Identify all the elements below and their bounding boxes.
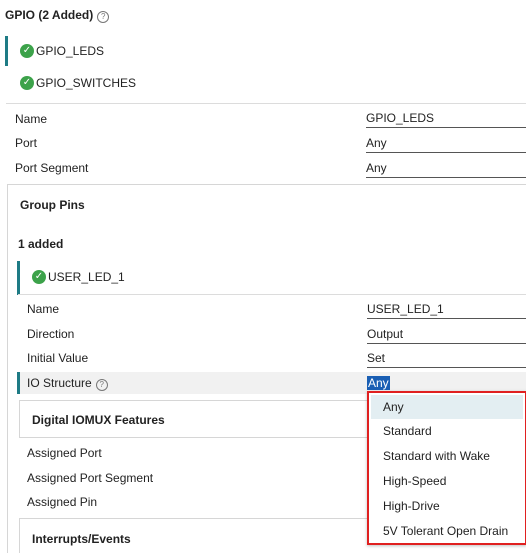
pin-field-label-io-structure: IO Structure? <box>27 376 108 391</box>
divider <box>6 103 526 104</box>
gpio-name-input[interactable]: GPIO_LEDS <box>366 111 526 128</box>
dropdown-option-any[interactable]: Any <box>371 395 523 419</box>
io-structure-selected-value: Any <box>367 376 390 390</box>
dropdown-option-standard-with-wake[interactable]: Standard with Wake <box>371 444 523 468</box>
port-select[interactable]: Any <box>366 136 526 153</box>
io-structure-select[interactable]: Any <box>367 376 390 390</box>
port-segment-select[interactable]: Any <box>366 161 526 178</box>
pin-field-label-initial-value: Initial Value <box>27 351 89 365</box>
dropdown-option-high-speed[interactable]: High-Speed <box>371 469 523 493</box>
pin-name-input[interactable]: USER_LED_1 <box>367 302 526 319</box>
focused-row-marker <box>17 372 20 394</box>
assigned-port-segment-label: Assigned Port Segment <box>27 471 154 485</box>
gpio-item-gpio-switches[interactable]: GPIO_SWITCHES <box>36 76 136 90</box>
io-structure-dropdown: Any Standard Standard with Wake High-Spe… <box>367 391 526 545</box>
panel-title: GPIO (2 Added)? <box>5 8 110 23</box>
assigned-port-label: Assigned Port <box>27 446 102 460</box>
direction-select[interactable]: Output <box>367 327 526 344</box>
divider <box>18 294 526 295</box>
dropdown-option-standard[interactable]: Standard <box>371 419 523 443</box>
check-circle-icon: ✓ <box>20 76 34 90</box>
initial-value-select[interactable]: Set <box>367 351 526 368</box>
field-label-port: Port <box>15 136 38 150</box>
selected-item-marker <box>5 36 8 66</box>
group-pins-count: 1 added <box>18 237 64 251</box>
digital-iomux-title[interactable]: Digital IOMUX Features <box>32 413 165 427</box>
pin-field-label-direction: Direction <box>27 327 75 341</box>
pin-item-user-led-1[interactable]: USER_LED_1 <box>48 270 125 284</box>
field-label-port-segment: Port Segment <box>15 161 89 175</box>
pin-field-label-name: Name <box>27 302 60 316</box>
check-circle-icon: ✓ <box>32 270 46 284</box>
interrupts-events-title[interactable]: Interrupts/Events <box>32 532 131 546</box>
dropdown-option-high-drive[interactable]: High-Drive <box>371 494 523 518</box>
assigned-pin-label: Assigned Pin <box>27 495 98 509</box>
check-circle-icon: ✓ <box>20 44 34 58</box>
dropdown-option-5v-tolerant-open-drain[interactable]: 5V Tolerant Open Drain <box>371 519 523 543</box>
question-circle-icon[interactable]: ? <box>97 11 110 23</box>
io-structure-label-text: IO Structure <box>27 376 92 390</box>
field-label-name: Name <box>15 112 48 126</box>
question-circle-icon[interactable]: ? <box>95 379 108 391</box>
panel-title-text: GPIO (2 Added) <box>5 8 94 22</box>
selected-pin-marker <box>17 261 20 295</box>
gpio-item-gpio-leds[interactable]: GPIO_LEDS <box>36 44 104 58</box>
group-pins-title: Group Pins <box>20 198 85 212</box>
